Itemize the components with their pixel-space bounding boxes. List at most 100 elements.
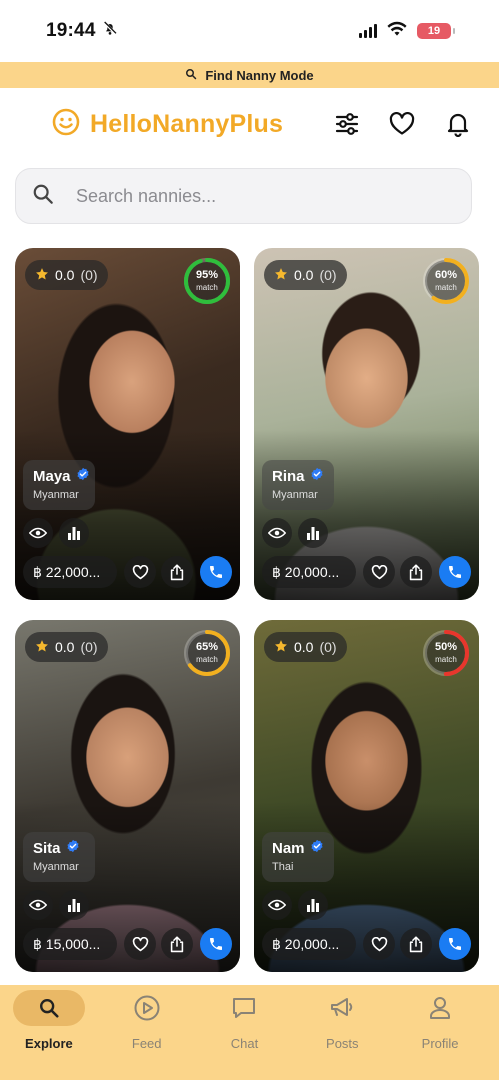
- nanny-card[interactable]: 0.0 (0) 50% match Nam Thai ฿ 20,000...: [254, 620, 479, 972]
- nav-label: Explore: [25, 1036, 73, 1051]
- stats-bar-icon[interactable]: [298, 890, 328, 920]
- eye-icon[interactable]: [23, 890, 53, 920]
- star-icon: [35, 639, 49, 656]
- match-label: match: [435, 283, 457, 292]
- heart-icon[interactable]: [363, 928, 395, 960]
- call-phone-icon[interactable]: [439, 556, 471, 588]
- search-icon: [32, 183, 54, 210]
- call-phone-icon[interactable]: [439, 928, 471, 960]
- nav-label: Feed: [131, 1036, 162, 1051]
- nanny-name: Maya: [33, 467, 71, 485]
- verified-badge-icon: [66, 839, 80, 857]
- eye-icon[interactable]: [23, 518, 53, 548]
- verified-badge-icon: [310, 839, 324, 857]
- nav-label: Posts: [326, 1036, 359, 1051]
- app-logo: HelloNannyPlus: [52, 108, 283, 141]
- rating-badge: 0.0 (0): [264, 632, 347, 662]
- battery-icon: 19: [417, 23, 455, 39]
- status-bar: 19:44 19: [0, 0, 499, 62]
- price-badge: ฿ 22,000...: [23, 556, 117, 588]
- name-box: Sita Myanmar: [23, 832, 95, 882]
- eye-icon[interactable]: [262, 890, 292, 920]
- silent-bell-icon: [102, 20, 118, 42]
- nav-posts[interactable]: Posts: [293, 985, 391, 1080]
- nav-chat[interactable]: Chat: [196, 985, 294, 1080]
- rating-value: 0.0: [294, 267, 314, 283]
- match-label: match: [196, 283, 218, 292]
- status-time: 19:44: [46, 20, 96, 41]
- price-badge: ฿ 15,000...: [23, 928, 117, 960]
- filter-sliders-icon[interactable]: [333, 110, 361, 138]
- nav-feed[interactable]: Feed: [98, 985, 196, 1080]
- star-icon: [274, 639, 288, 656]
- match-ring: 65% match: [182, 628, 232, 678]
- review-count: (0): [80, 267, 98, 283]
- wifi-icon: [387, 21, 407, 42]
- chat-bubble-icon: [208, 990, 280, 1026]
- smiley-logo-icon: [52, 108, 80, 141]
- rating-badge: 0.0 (0): [264, 260, 347, 290]
- share-icon[interactable]: [400, 928, 432, 960]
- search-bar[interactable]: [15, 168, 472, 224]
- app-header: HelloNannyPlus: [0, 96, 499, 152]
- verified-badge-icon: [310, 467, 324, 485]
- call-phone-icon[interactable]: [200, 556, 232, 588]
- person-icon: [404, 990, 476, 1026]
- nanny-card[interactable]: 0.0 (0) 65% match Sita Myanmar ฿ 15,000...: [15, 620, 240, 972]
- match-ring: 60% match: [421, 256, 471, 306]
- eye-icon[interactable]: [262, 518, 292, 548]
- stats-bar-icon[interactable]: [59, 518, 89, 548]
- review-count: (0): [319, 639, 337, 655]
- stats-bar-icon[interactable]: [298, 518, 328, 548]
- nanny-country: Thai: [272, 861, 294, 873]
- star-icon: [274, 267, 288, 284]
- mode-banner[interactable]: Find Nanny Mode: [0, 62, 499, 88]
- nanny-card[interactable]: 0.0 (0) 60% match Rina Myanmar ฿ 20,000...: [254, 248, 479, 600]
- rating-value: 0.0: [55, 639, 75, 655]
- nanny-country: Myanmar: [33, 489, 79, 501]
- match-label: match: [435, 655, 457, 664]
- rating-value: 0.0: [294, 639, 314, 655]
- nav-profile[interactable]: Profile: [391, 985, 489, 1080]
- nanny-name: Sita: [33, 839, 61, 857]
- rating-badge: 0.0 (0): [25, 632, 108, 662]
- review-count: (0): [319, 267, 337, 283]
- notifications-bell-icon[interactable]: [444, 110, 472, 138]
- match-percent: 50%: [434, 641, 458, 653]
- share-icon[interactable]: [400, 556, 432, 588]
- cellular-signal-icon: [359, 24, 377, 38]
- heart-icon[interactable]: [124, 556, 156, 588]
- nanny-name: Rina: [272, 467, 305, 485]
- megaphone-icon: [306, 990, 378, 1026]
- nanny-country: Myanmar: [272, 489, 318, 501]
- price-badge: ฿ 20,000...: [262, 556, 356, 588]
- rating-value: 0.0: [55, 267, 75, 283]
- name-box: Maya Myanmar: [23, 460, 95, 510]
- nanny-card[interactable]: 0.0 (0) 95% match Maya Myanmar ฿ 22,000...: [15, 248, 240, 600]
- verified-badge-icon: [76, 467, 90, 485]
- match-percent: 60%: [434, 269, 458, 281]
- stats-bar-icon[interactable]: [59, 890, 89, 920]
- heart-icon[interactable]: [124, 928, 156, 960]
- nav-label: Profile: [421, 1036, 459, 1051]
- favorites-heart-icon[interactable]: [388, 110, 416, 138]
- mode-banner-label: Find Nanny Mode: [205, 67, 314, 83]
- battery-level: 19: [427, 25, 441, 37]
- search-icon: [185, 68, 197, 83]
- status-time-group: 19:44: [46, 20, 118, 42]
- call-phone-icon[interactable]: [200, 928, 232, 960]
- search-input[interactable]: [76, 185, 436, 207]
- share-icon[interactable]: [161, 928, 193, 960]
- rating-badge: 0.0 (0): [25, 260, 108, 290]
- review-count: (0): [80, 639, 98, 655]
- price-badge: ฿ 20,000...: [262, 928, 356, 960]
- match-ring: 50% match: [421, 628, 471, 678]
- name-box: Nam Thai: [262, 832, 334, 882]
- match-percent: 65%: [195, 641, 219, 653]
- heart-icon[interactable]: [363, 556, 395, 588]
- status-icons: 19: [359, 21, 455, 42]
- app-name: HelloNannyPlus: [90, 110, 284, 138]
- nav-explore[interactable]: Explore: [0, 985, 98, 1080]
- search-icon: [12, 990, 85, 1026]
- share-icon[interactable]: [161, 556, 193, 588]
